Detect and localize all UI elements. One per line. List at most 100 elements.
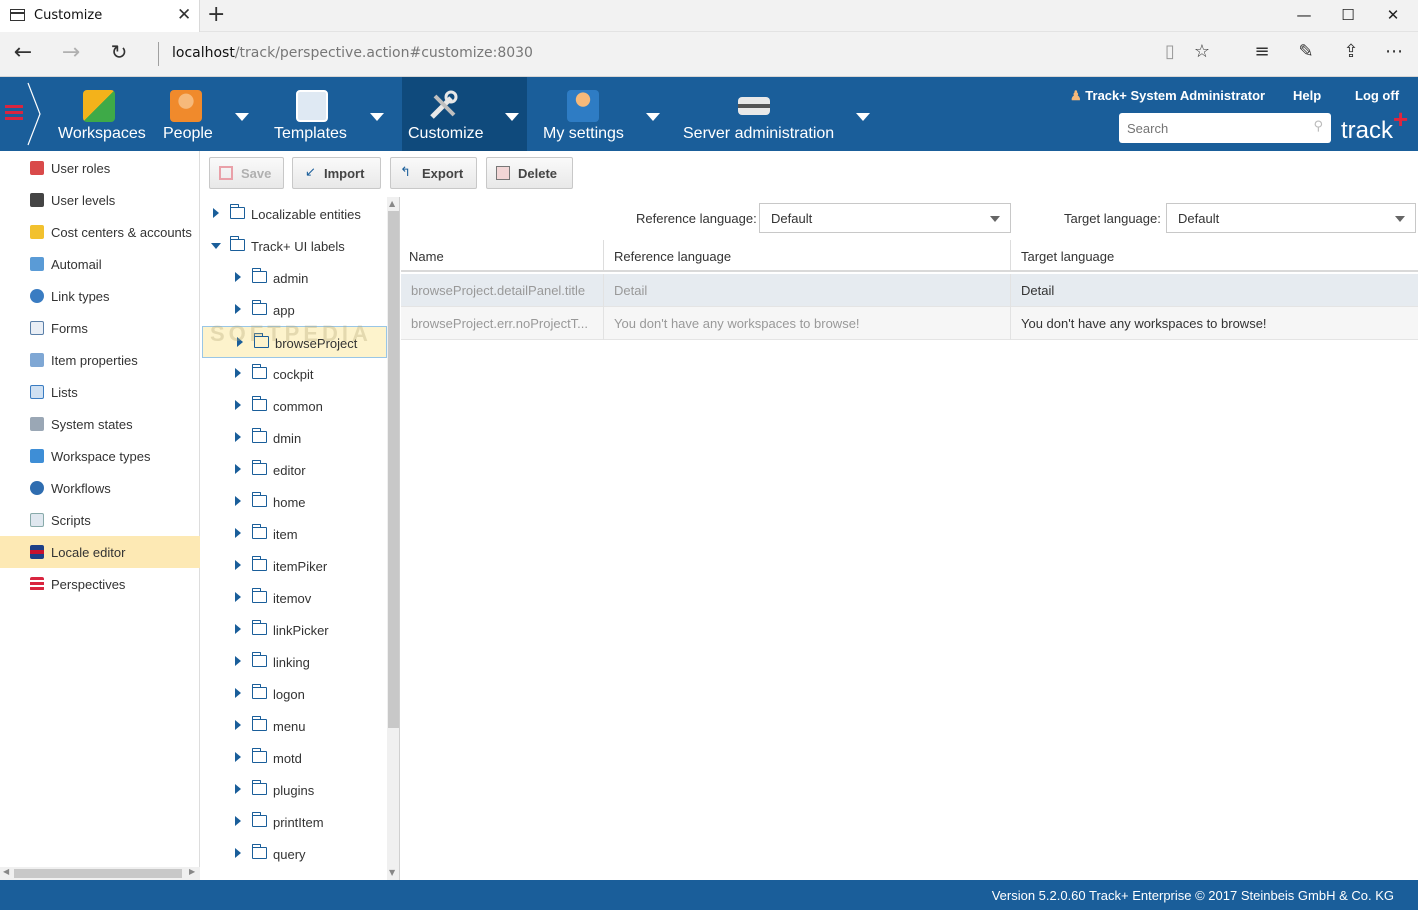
- tree-node[interactable]: itemov: [201, 582, 387, 614]
- tree-node[interactable]: home: [201, 486, 387, 518]
- chevron-down-icon[interactable]: [1395, 216, 1405, 222]
- target-language-select[interactable]: Default: [1166, 203, 1416, 233]
- collapse-icon[interactable]: [211, 243, 221, 249]
- expand-icon[interactable]: [235, 784, 241, 794]
- tree-scroll-thumb[interactable]: [388, 211, 399, 728]
- menu-templates[interactable]: Templates: [266, 77, 366, 151]
- people-caret-icon[interactable]: [235, 113, 249, 121]
- import-button[interactable]: ↙ Import: [292, 157, 381, 189]
- sidebar-item-user-roles[interactable]: User roles: [0, 152, 200, 184]
- sidebar-item-workflows[interactable]: Workflows: [0, 472, 200, 504]
- expand-icon[interactable]: [235, 752, 241, 762]
- expand-icon[interactable]: [235, 688, 241, 698]
- column-header-target[interactable]: Target language: [1011, 240, 1418, 272]
- delete-button[interactable]: Delete: [486, 157, 573, 189]
- sidebar-item-scripts[interactable]: Scripts: [0, 504, 200, 536]
- minimize-icon[interactable]: —: [1294, 6, 1314, 26]
- tree-node[interactable]: item: [201, 518, 387, 550]
- search-input[interactable]: [1127, 114, 1297, 142]
- sidebar-item-automail[interactable]: Automail: [0, 248, 200, 280]
- table-row[interactable]: browseProject.err.noProjectT... You don'…: [401, 307, 1418, 340]
- share-icon[interactable]: ⇪: [1338, 41, 1364, 62]
- reference-language-select[interactable]: Default: [759, 203, 1011, 233]
- tree-node-ui-labels[interactable]: Track+ UI labels: [201, 230, 387, 262]
- refresh-icon[interactable]: ↻: [104, 40, 134, 64]
- new-tab-icon[interactable]: +: [207, 2, 225, 27]
- menu-workspaces[interactable]: Workspaces: [50, 77, 150, 151]
- expand-icon[interactable]: [235, 560, 241, 570]
- sidebar-item-user-levels[interactable]: User levels: [0, 184, 200, 216]
- scroll-right-icon[interactable]: ▶: [189, 867, 195, 876]
- expand-icon[interactable]: [235, 528, 241, 538]
- table-row[interactable]: browseProject.detailPanel.title Detail D…: [401, 274, 1418, 307]
- column-header-name[interactable]: Name: [401, 240, 604, 272]
- sidebar-hscrollbar[interactable]: ◀ ▶: [0, 867, 200, 880]
- tree-node[interactable]: logon: [201, 678, 387, 710]
- tree-node[interactable]: itemPiker: [201, 550, 387, 582]
- sidebar-item-cost-centers[interactable]: Cost centers & accounts: [0, 216, 200, 248]
- tree-node[interactable]: plugins: [201, 774, 387, 806]
- sidebar-item-item-properties[interactable]: Item properties: [0, 344, 200, 376]
- column-divider[interactable]: [1010, 240, 1011, 270]
- expand-icon[interactable]: [235, 464, 241, 474]
- templates-caret-icon[interactable]: [370, 113, 384, 121]
- back-icon[interactable]: ←: [8, 40, 38, 65]
- my-settings-caret-icon[interactable]: [646, 113, 660, 121]
- expand-icon[interactable]: [235, 656, 241, 666]
- tab-close-icon[interactable]: ✕: [177, 5, 191, 25]
- chevron-down-icon[interactable]: [990, 216, 1000, 222]
- hub-icon[interactable]: ≡: [1249, 41, 1275, 62]
- favorite-star-icon[interactable]: ☆: [1189, 41, 1215, 62]
- reading-view-icon[interactable]: ▯: [1157, 41, 1183, 62]
- expand-icon[interactable]: [235, 368, 241, 378]
- expand-icon[interactable]: [235, 592, 241, 602]
- sidebar-item-forms[interactable]: Forms: [0, 312, 200, 344]
- help-link[interactable]: Help: [1293, 88, 1321, 103]
- close-window-icon[interactable]: ✕: [1383, 6, 1403, 26]
- maximize-icon[interactable]: ☐: [1338, 6, 1358, 26]
- expand-icon[interactable]: [235, 304, 241, 314]
- tree-node[interactable]: common: [201, 390, 387, 422]
- logoff-link[interactable]: Log off: [1355, 88, 1399, 103]
- menu-toggle[interactable]: [0, 77, 44, 151]
- sidebar-item-workspace-types[interactable]: Workspace types: [0, 440, 200, 472]
- sidebar-item-link-types[interactable]: Link types: [0, 280, 200, 312]
- cell-target[interactable]: Detail: [1021, 283, 1054, 298]
- scroll-down-icon[interactable]: ▼: [389, 868, 395, 877]
- browser-tab[interactable]: Customize ✕: [0, 0, 200, 32]
- column-divider[interactable]: [603, 240, 604, 270]
- tree-node[interactable]: query: [201, 838, 387, 870]
- customize-caret-icon[interactable]: [505, 113, 519, 121]
- scroll-up-icon[interactable]: ▲: [389, 199, 395, 208]
- expand-icon[interactable]: [213, 208, 219, 218]
- tree-node[interactable]: cockpit: [201, 358, 387, 390]
- scroll-thumb[interactable]: [14, 869, 182, 878]
- tree-node[interactable]: dmin: [201, 422, 387, 454]
- tree-node[interactable]: linkPicker: [201, 614, 387, 646]
- url-field[interactable]: localhost/track/perspective.action#custo…: [172, 45, 533, 61]
- menu-server-administration[interactable]: Server administration: [676, 77, 846, 151]
- sidebar-item-system-states[interactable]: System states: [0, 408, 200, 440]
- web-note-icon[interactable]: ✎: [1293, 41, 1319, 62]
- tree-node[interactable]: motd: [201, 742, 387, 774]
- forward-icon[interactable]: →: [56, 40, 86, 65]
- menu-my-settings[interactable]: My settings: [535, 77, 635, 151]
- expand-icon[interactable]: [235, 432, 241, 442]
- tree-node[interactable]: editor: [201, 454, 387, 486]
- sidebar-item-locale-editor[interactable]: Locale editor: [0, 536, 200, 568]
- expand-icon[interactable]: [235, 272, 241, 282]
- tree-node[interactable]: menu: [201, 710, 387, 742]
- column-header-reference[interactable]: Reference language: [604, 240, 1011, 272]
- cell-target[interactable]: You don't have any workspaces to browse!: [1021, 316, 1267, 331]
- expand-icon[interactable]: [235, 400, 241, 410]
- server-admin-caret-icon[interactable]: [856, 113, 870, 121]
- tree-node[interactable]: linking: [201, 646, 387, 678]
- menu-customize[interactable]: Customize: [402, 77, 527, 151]
- tree-node[interactable]: printItem: [201, 806, 387, 838]
- tree-node[interactable]: admin: [201, 262, 387, 294]
- save-button[interactable]: Save: [209, 157, 284, 189]
- expand-icon[interactable]: [235, 720, 241, 730]
- expand-icon[interactable]: [235, 496, 241, 506]
- tree-node-localizable-entities[interactable]: Localizable entities: [201, 198, 387, 230]
- expand-icon[interactable]: [235, 848, 241, 858]
